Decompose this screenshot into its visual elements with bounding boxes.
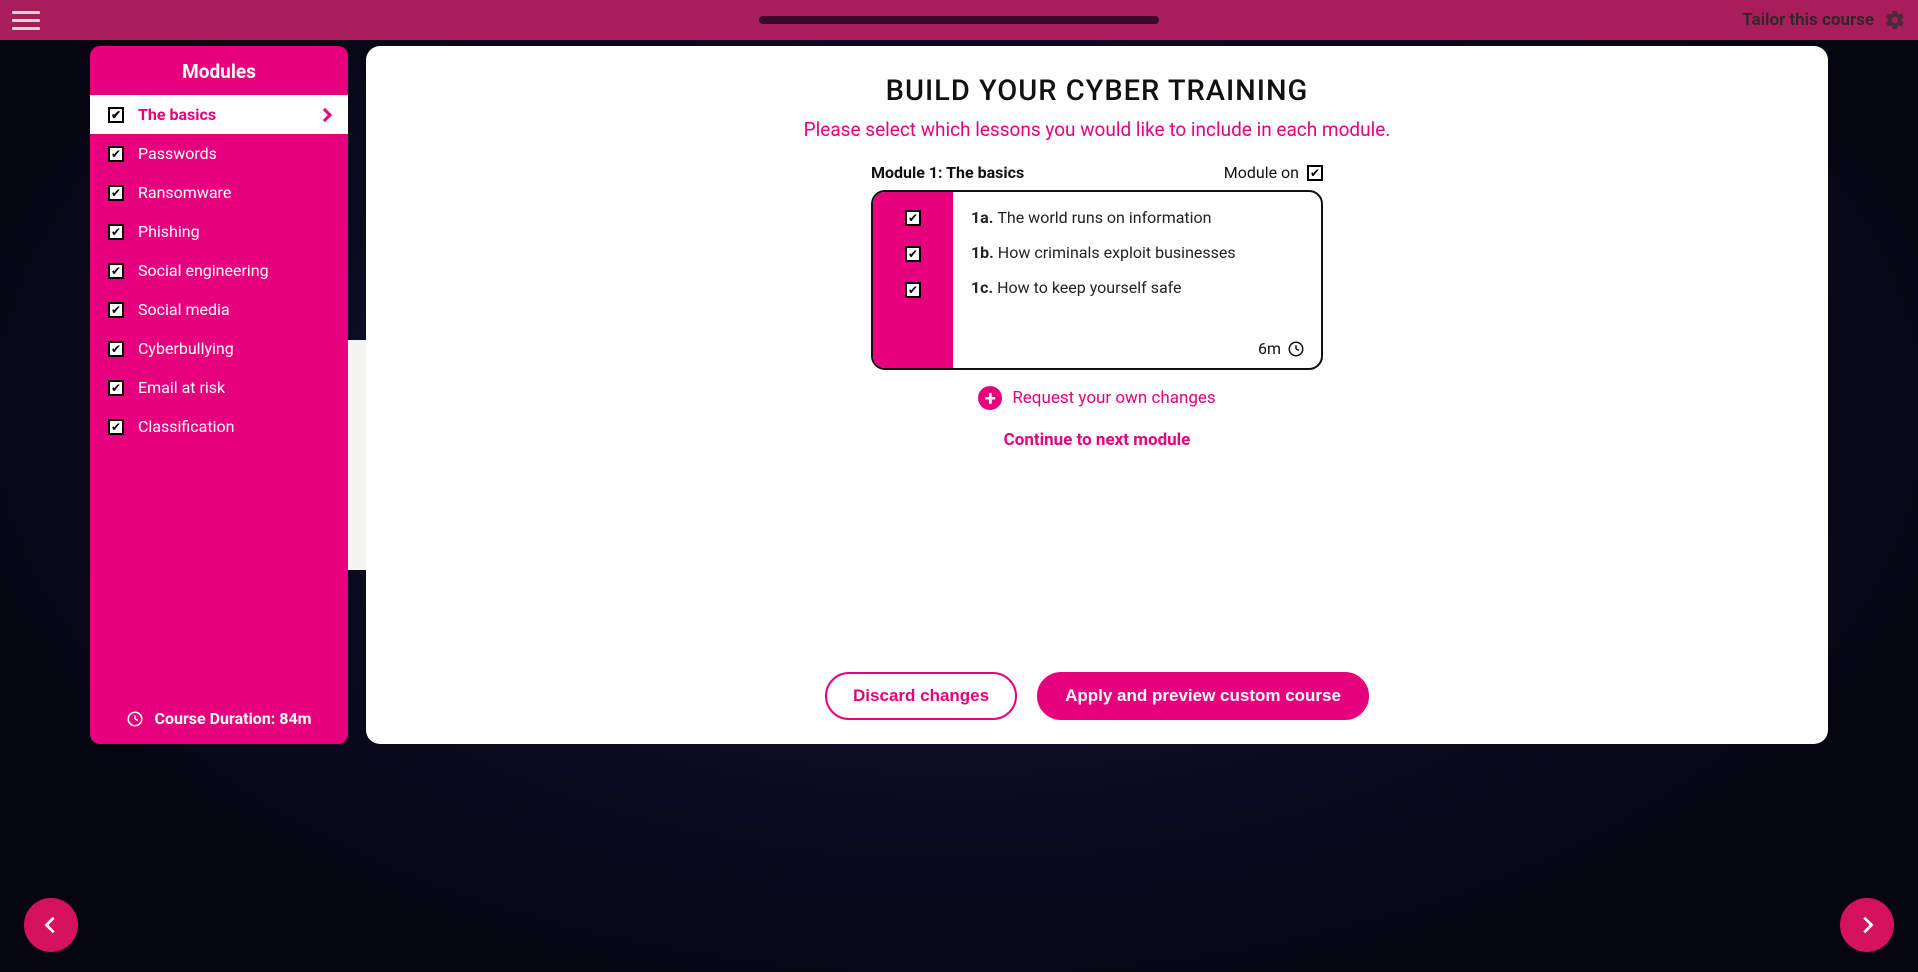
module-header: Module 1: The basics Module on [871,163,1323,182]
lesson-title: The world runs on information [997,208,1211,227]
lesson-code: 1a. [971,208,997,227]
sidebar-item-the-basics[interactable]: The basics [90,95,348,134]
module-checkbox[interactable] [108,146,124,162]
sidebar-item-social-engineering[interactable]: Social engineering [90,251,348,290]
sidebar-item-classification[interactable]: Classification [90,407,348,446]
lesson-checkbox[interactable] [905,210,921,226]
main-panel: BUILD YOUR CYBER TRAINING Please select … [366,46,1828,744]
module-label: Social media [138,300,230,319]
module-duration: 6m [1258,339,1305,358]
sidebar-footer: Course Duration: 84m [90,693,348,744]
course-duration-label: Course Duration: 84m [154,709,311,728]
module-checkbox[interactable] [108,107,124,123]
lesson-code: 1c. [971,278,997,297]
tailor-course-label: Tailor this course [1742,10,1874,30]
chevron-right-icon [318,107,332,121]
module-label: Phishing [138,222,200,241]
module-checkbox[interactable] [108,380,124,396]
gear-icon [1884,9,1906,31]
lesson-body: 1a. The world runs on information 1b. How… [953,192,1321,368]
lesson-checkbox[interactable] [905,282,921,298]
tailor-course-button[interactable]: Tailor this course [1742,9,1906,31]
request-changes-button[interactable]: + Request your own changes [871,386,1323,410]
duration-value: 6m [1258,339,1281,358]
module-label: Module 1: The basics [871,163,1024,182]
next-button[interactable] [1840,898,1894,952]
plus-icon: + [978,386,1002,410]
sidebar-title: Modules [90,46,348,95]
apply-preview-button[interactable]: Apply and preview custom course [1037,672,1369,720]
module-label: Social engineering [138,261,269,280]
module-label: Cyberbullying [138,339,234,358]
module-on-label: Module on [1224,163,1299,182]
lesson-code: 1b. [971,243,998,262]
request-changes-label: Request your own changes [1012,388,1215,408]
module-checkbox[interactable] [108,302,124,318]
page-title: BUILD YOUR CYBER TRAINING [406,74,1788,108]
lesson-checkbox-strip [873,192,953,368]
sidebar-item-social-media[interactable]: Social media [90,290,348,329]
module-label: The basics [138,105,216,124]
page-subtitle: Please select which lessons you would li… [406,118,1788,141]
module-checkbox[interactable] [108,419,124,435]
chevron-right-icon [1856,914,1878,936]
continue-next-module-button[interactable]: Continue to next module [871,430,1323,450]
lesson-checkbox[interactable] [905,246,921,262]
hamburger-menu-icon[interactable] [12,6,40,34]
module-label: Email at risk [138,378,225,397]
sidebar-item-ransomware[interactable]: Ransomware [90,173,348,212]
module-checkbox[interactable] [108,224,124,240]
chevron-left-icon [40,914,62,936]
discard-changes-button[interactable]: Discard changes [825,672,1017,720]
clock-icon [126,710,144,728]
clock-icon [1287,340,1305,358]
module-on-toggle[interactable]: Module on [1224,163,1323,182]
module-checkbox[interactable] [108,341,124,357]
sidebar-item-email-at-risk[interactable]: Email at risk [90,368,348,407]
prev-button[interactable] [24,898,78,952]
sidebar-item-phishing[interactable]: Phishing [90,212,348,251]
sidebar-item-passwords[interactable]: Passwords [90,134,348,173]
module-checkbox[interactable] [108,185,124,201]
lesson-title: How criminals exploit businesses [998,243,1236,262]
top-bar: Tailor this course [0,0,1918,40]
lesson-row: 1a. The world runs on information [971,208,1303,227]
modules-sidebar: Modules The basics Passwords Ransomware Phi… [90,46,348,744]
lesson-row: 1b. How criminals exploit businesses [971,243,1303,262]
lesson-title: How to keep yourself safe [997,278,1181,297]
module-label: Ransomware [138,183,231,202]
sidebar-item-cyberbullying[interactable]: Cyberbullying [90,329,348,368]
lesson-card: 1a. The world runs on information 1b. How… [871,190,1323,370]
action-row: Discard changes Apply and preview custom… [406,672,1788,720]
module-checkbox[interactable] [108,263,124,279]
module-list: The basics Passwords Ransomware Phishing Soc… [90,95,348,693]
module-block: Module 1: The basics Module on 1a. The w… [871,163,1323,450]
module-on-checkbox[interactable] [1307,165,1323,181]
progress-bar [759,16,1159,24]
module-label: Classification [138,417,234,436]
module-label: Passwords [138,144,217,163]
stage: ove d t ail d i Modules The basicsPasswo… [0,40,1918,972]
lesson-row: 1c. How to keep yourself safe [971,278,1303,297]
